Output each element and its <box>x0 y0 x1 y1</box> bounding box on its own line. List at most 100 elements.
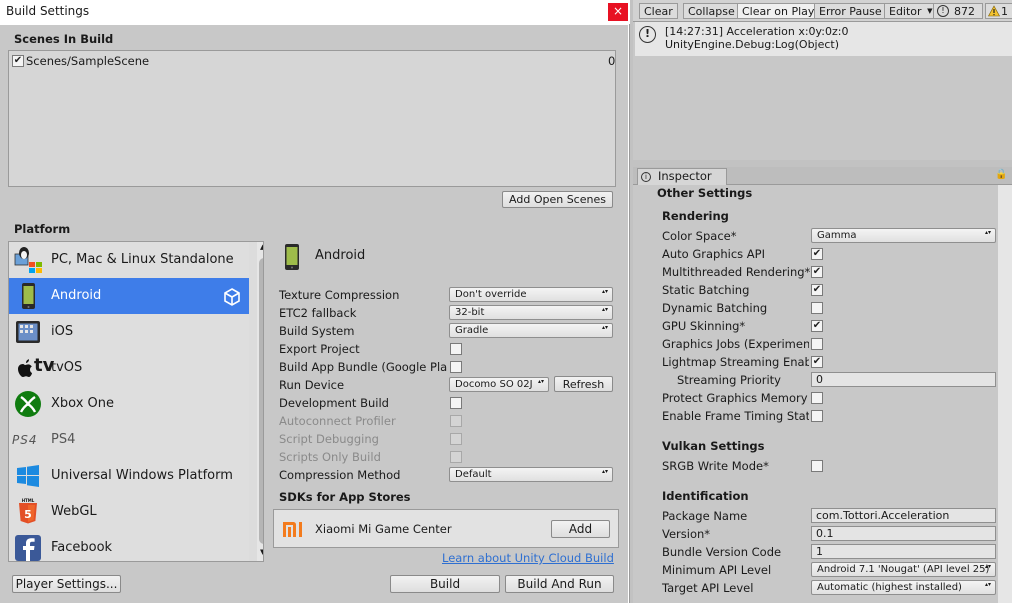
tab-inspector[interactable]: i Inspector <box>637 168 727 185</box>
platform-item-standalone[interactable]: PC, Mac & Linux Standalone <box>9 242 249 278</box>
color-space-dropdown[interactable]: Gamma <box>811 228 996 243</box>
platform-item-ios[interactable]: iOS <box>9 314 249 350</box>
build-system-label: Build System <box>279 324 355 338</box>
auto-graphics-api-label: Auto Graphics API <box>662 247 765 261</box>
script-debugging-label: Script Debugging <box>279 432 379 446</box>
log-count-toggle[interactable]: ! 872 <box>933 3 983 19</box>
gpu-skinning-label: GPU Skinning* <box>662 319 746 333</box>
autoconnect-profiler-checkbox <box>450 415 462 427</box>
platform-label: tvOS <box>51 360 83 375</box>
bundle-version-code-field[interactable]: 1 <box>811 544 996 559</box>
dynamic-batching-checkbox[interactable] <box>811 302 823 314</box>
lightmap-streaming-checkbox[interactable] <box>811 356 823 368</box>
sdk-add-button[interactable]: Add <box>551 520 610 538</box>
graphics-jobs-label: Graphics Jobs (Experimental) <box>662 337 809 351</box>
color-space-label: Color Space* <box>662 229 737 243</box>
platform-scrollbar[interactable]: ▲ ▼ <box>257 242 263 561</box>
info-icon: ! <box>639 26 656 43</box>
scroll-up-icon[interactable]: ▲ <box>260 243 263 251</box>
android-phone-icon <box>285 244 299 270</box>
build-system-dropdown[interactable]: Gradle <box>449 323 613 338</box>
inspector-scrollbar[interactable] <box>998 185 1012 603</box>
console-log-entry[interactable]: ! [14:27:31] Acceleration x:0y:0z:0 Unit… <box>635 22 1012 56</box>
protect-graphics-memory-label: Protect Graphics Memory <box>662 391 808 405</box>
protect-graphics-memory-checkbox[interactable] <box>811 392 823 404</box>
log-count: 872 <box>954 5 975 18</box>
min-api-level-dropdown[interactable]: Android 7.1 'Nougat' (API level 25) <box>811 562 996 577</box>
chevron-down-icon: ▼ <box>927 7 933 15</box>
version-field[interactable]: 0.1 <box>811 526 996 541</box>
platform-label: iOS <box>51 324 74 339</box>
platform-label: Xbox One <box>51 396 115 411</box>
window-title: Build Settings <box>6 4 90 18</box>
platform-label: PC, Mac & Linux Standalone <box>51 252 234 267</box>
console-panel: Clear Collapse Clear on Play Error Pause… <box>633 0 1012 160</box>
scrollbar-thumb[interactable] <box>259 258 263 544</box>
compression-method-label: Compression Method <box>279 468 401 482</box>
platform-label: Android <box>51 288 102 303</box>
platform-item-facebook[interactable]: Facebook <box>9 530 249 561</box>
clear-on-play-toggle[interactable]: Clear on Play <box>737 3 820 19</box>
srgb-write-mode-checkbox[interactable] <box>811 460 823 472</box>
clear-button[interactable]: Clear <box>639 3 678 19</box>
multithreaded-rendering-label: Multithreaded Rendering* <box>662 265 811 279</box>
build-app-bundle-checkbox[interactable] <box>450 361 462 373</box>
sdk-name: Xiaomi Mi Game Center <box>315 522 452 536</box>
streaming-priority-field[interactable]: 0 <box>811 372 996 387</box>
editor-dropdown[interactable]: Editor ▼ <box>884 3 937 19</box>
lock-icon[interactable]: 🔒 <box>995 169 1007 180</box>
identification-title: Identification <box>662 489 749 503</box>
svg-text:5: 5 <box>24 508 32 521</box>
scroll-down-icon[interactable]: ▼ <box>260 548 263 556</box>
scene-checkbox[interactable] <box>12 55 24 67</box>
build-and-run-button[interactable]: Build And Run <box>505 575 614 593</box>
platform-item-uwp[interactable]: Universal Windows Platform <box>9 458 249 494</box>
platform-item-tvos[interactable]: tv tvOS <box>9 350 249 386</box>
srgb-write-mode-label: SRGB Write Mode* <box>662 459 769 473</box>
compression-method-dropdown[interactable]: Default <box>449 467 613 482</box>
frame-timing-stats-checkbox[interactable] <box>811 410 823 422</box>
multithreaded-rendering-checkbox[interactable] <box>811 266 823 278</box>
xbox-icon <box>15 391 41 417</box>
development-build-checkbox[interactable] <box>450 397 462 409</box>
html5-icon: 5 HTML <box>19 498 37 524</box>
unity-logo-icon <box>224 288 240 306</box>
scene-name[interactable]: Scenes/SampleScene <box>26 54 149 68</box>
platform-item-xbox-one[interactable]: Xbox One <box>9 386 249 422</box>
gpu-skinning-checkbox[interactable] <box>811 320 823 332</box>
platform-item-webgl[interactable]: 5 HTML WebGL <box>9 494 249 530</box>
scenes-list[interactable]: Scenes/SampleScene 0 <box>8 50 616 187</box>
collapse-button[interactable]: Collapse <box>683 3 740 19</box>
etc2-fallback-dropdown[interactable]: 32-bit <box>449 305 613 320</box>
refresh-button[interactable]: Refresh <box>554 376 613 392</box>
static-batching-checkbox[interactable] <box>811 284 823 296</box>
cloud-build-link[interactable]: Learn about Unity Cloud Build <box>442 551 614 565</box>
platform-label: WebGL <box>51 504 97 519</box>
auto-graphics-api-checkbox[interactable] <box>811 248 823 260</box>
package-name-field[interactable]: com.Tottori.Acceleration <box>811 508 996 523</box>
target-api-level-label: Target API Level <box>662 581 754 595</box>
console-toolbar: Clear Collapse Clear on Play Error Pause… <box>633 0 1012 22</box>
error-pause-toggle[interactable]: Error Pause <box>814 3 887 19</box>
run-device-dropdown[interactable]: Docomo SO 02J <box>449 377 549 392</box>
close-button[interactable]: × <box>608 3 628 21</box>
graphics-jobs-checkbox[interactable] <box>811 338 823 350</box>
etc2-fallback-label: ETC2 fallback <box>279 306 357 320</box>
platform-label: PS4 <box>51 432 76 447</box>
other-settings-title: Other Settings <box>657 186 753 200</box>
texture-compression-dropdown[interactable]: Don't override <box>449 287 613 302</box>
export-project-checkbox[interactable] <box>450 343 462 355</box>
platform-item-ps4[interactable]: PS4 PS4 <box>9 422 249 458</box>
platform-item-android[interactable]: Android <box>9 278 249 314</box>
info-icon: ! <box>937 5 949 17</box>
scripts-only-build-checkbox <box>450 451 462 463</box>
streaming-priority-label: Streaming Priority <box>677 373 781 387</box>
vulkan-settings-title: Vulkan Settings <box>662 439 765 453</box>
script-debugging-checkbox <box>450 433 462 445</box>
target-api-level-dropdown[interactable]: Automatic (highest installed) <box>811 580 996 595</box>
warning-count: 1 <box>1001 5 1008 18</box>
warning-count-toggle[interactable]: 1 <box>985 3 1012 19</box>
add-open-scenes-button[interactable]: Add Open Scenes <box>502 191 613 208</box>
build-button[interactable]: Build <box>390 575 500 593</box>
player-settings-button[interactable]: Player Settings... <box>12 575 121 593</box>
